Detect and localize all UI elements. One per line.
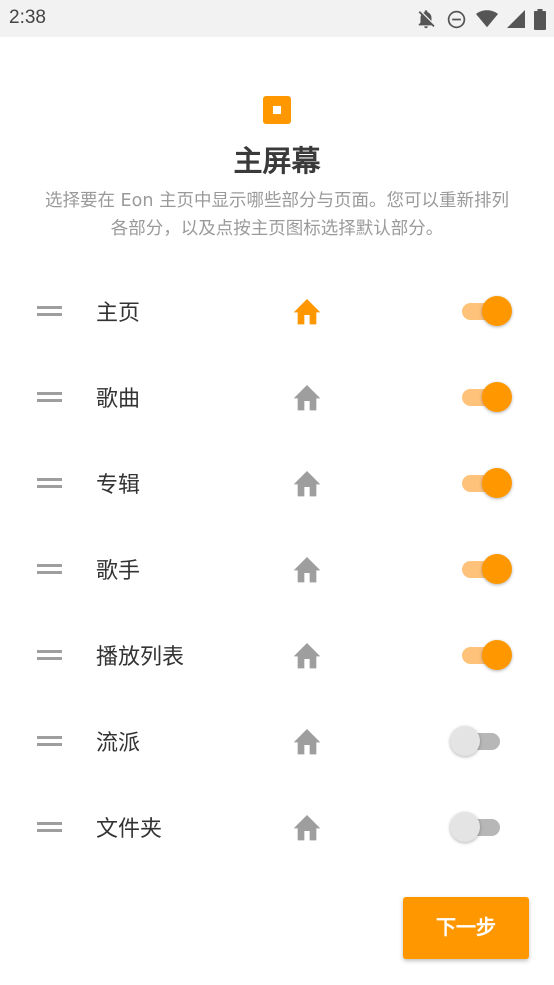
section-label: 歌手 — [96, 559, 141, 584]
home-icon[interactable] — [291, 640, 323, 670]
wifi-icon — [476, 9, 498, 29]
section-row-genres[interactable]: 流派 — [0, 698, 554, 784]
section-label: 播放列表 — [96, 645, 185, 670]
drag-handle-icon[interactable] — [37, 564, 62, 574]
drag-handle-icon[interactable] — [37, 392, 62, 402]
eon-logo-icon — [263, 96, 291, 124]
battery-icon — [534, 8, 546, 30]
next-button[interactable]: 下一步 — [403, 897, 529, 959]
section-row-artists[interactable]: 歌手 — [0, 526, 554, 612]
home-icon[interactable] — [291, 812, 323, 842]
section-toggle[interactable] — [450, 640, 514, 670]
status-time: 2:38 — [9, 7, 46, 28]
status-bar: 2:38 — [0, 0, 554, 37]
drag-handle-icon[interactable] — [37, 650, 62, 660]
home-icon[interactable] — [291, 468, 323, 498]
section-label: 歌曲 — [96, 387, 141, 412]
section-row-home[interactable]: 主页 — [0, 268, 554, 354]
drag-handle-icon[interactable] — [37, 736, 62, 746]
page-title: 主屏幕 — [233, 144, 321, 178]
section-label: 专辑 — [96, 473, 141, 498]
section-label: 流派 — [96, 731, 141, 756]
page-description: 选择要在 Eon 主页中显示哪些部分与页面。您可以重新排列各部分，以及点按主页图… — [45, 191, 509, 239]
section-row-folders[interactable]: 文件夹 — [0, 784, 554, 870]
home-icon[interactable] — [291, 296, 323, 326]
section-toggle[interactable] — [450, 382, 514, 412]
section-toggle[interactable] — [450, 812, 514, 842]
section-row-albums[interactable]: 专辑 — [0, 440, 554, 526]
drag-handle-icon[interactable] — [37, 478, 62, 488]
section-row-playlists[interactable]: 播放列表 — [0, 612, 554, 698]
home-icon[interactable] — [291, 726, 323, 756]
section-label: 文件夹 — [96, 817, 163, 842]
drag-handle-icon[interactable] — [37, 822, 62, 832]
notifications-off-icon — [415, 8, 437, 30]
section-toggle[interactable] — [450, 554, 514, 584]
section-label: 主页 — [96, 301, 141, 326]
section-toggle[interactable] — [450, 296, 514, 326]
section-toggle[interactable] — [450, 468, 514, 498]
do-not-disturb-icon — [446, 9, 467, 30]
cellular-signal-icon — [507, 10, 525, 28]
home-icon[interactable] — [291, 554, 323, 584]
section-toggle[interactable] — [450, 726, 514, 756]
status-icons — [415, 8, 546, 30]
section-row-songs[interactable]: 歌曲 — [0, 354, 554, 440]
home-icon[interactable] — [291, 382, 323, 412]
drag-handle-icon[interactable] — [37, 306, 62, 316]
